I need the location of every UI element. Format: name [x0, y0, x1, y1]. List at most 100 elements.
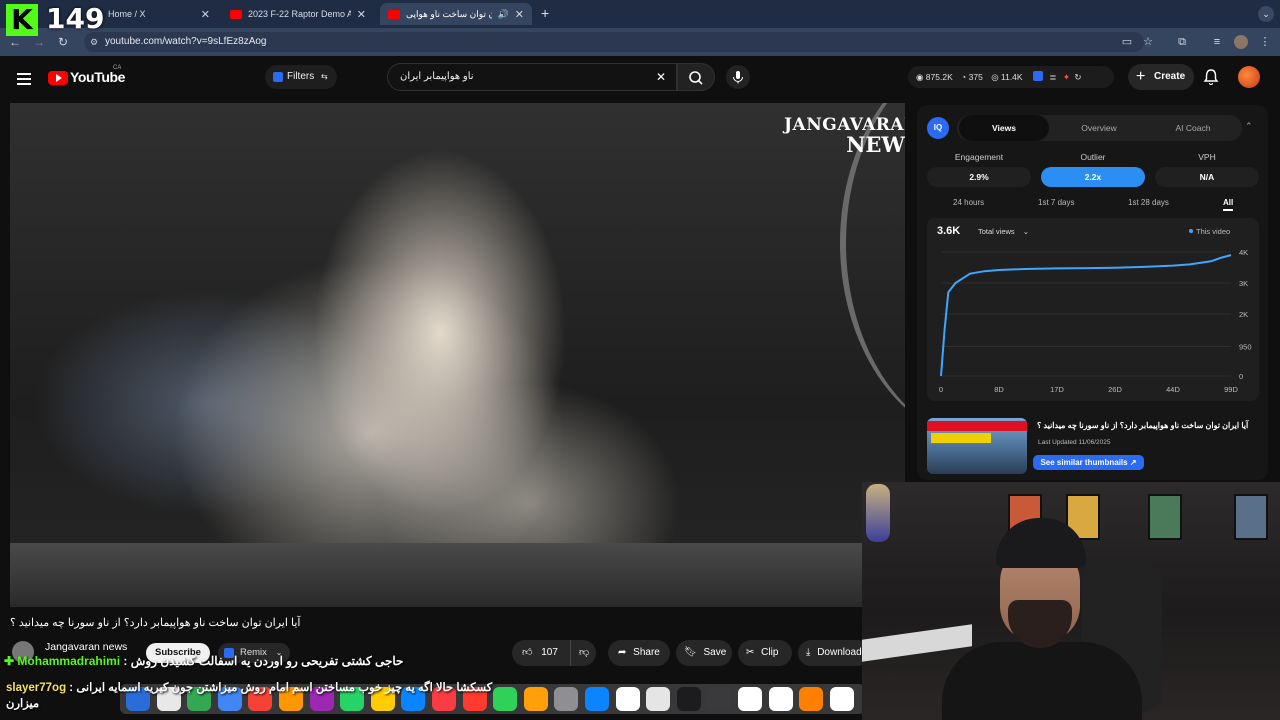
metric-label: Engagement	[954, 152, 1004, 162]
reload-icon[interactable]: ↻	[54, 33, 72, 51]
vidiq-logo-icon: IQ	[927, 117, 949, 139]
profile-avatar-icon[interactable]	[1234, 35, 1248, 49]
like-count: 107	[541, 647, 558, 658]
wall-poster	[1234, 494, 1268, 540]
search-input[interactable]: ناو هواپیمابر ایران ✕	[387, 63, 677, 91]
url-text: youtube.com/watch?v=9sLfEz8zAog	[105, 36, 267, 47]
audio-icon[interactable]: 🔊	[498, 9, 509, 20]
series-line-this-video	[940, 254, 1232, 377]
bookmark-star-icon[interactable]: ☆	[1141, 35, 1155, 49]
related-title: آیا ایران توان ساخت ناو هواپیمابر دارد؟ …	[1037, 421, 1249, 430]
dock-app-icon[interactable]	[523, 687, 548, 711]
notifications-bell-icon[interactable]	[1202, 68, 1220, 86]
metric-label: VPH	[1198, 152, 1216, 162]
close-icon[interactable]: ✕	[201, 8, 210, 21]
y-tick-label: 0	[1239, 372, 1243, 381]
likes-icon: ◔	[961, 72, 967, 82]
dock-app-icon[interactable]	[646, 687, 671, 711]
microphone-icon	[733, 71, 743, 84]
x-tick-label: 26D	[1108, 385, 1122, 394]
dock-app-icon[interactable]	[829, 687, 854, 711]
share-button[interactable]: ➦ Share	[608, 640, 670, 666]
close-icon[interactable]: ✕	[357, 8, 366, 21]
see-similar-thumbnails-button[interactable]: See similar thumbnails ↗	[1033, 455, 1144, 470]
search-query: ناو هواپیمابر ایران	[400, 71, 474, 82]
menu-icon[interactable]	[17, 70, 31, 88]
extensions-icon[interactable]: ⧉	[1175, 35, 1189, 49]
range-all[interactable]: All	[1223, 198, 1234, 211]
tab-views[interactable]: Views	[959, 115, 1049, 141]
cast-icon[interactable]: ▭	[1120, 35, 1134, 49]
dock-app-icon[interactable]	[585, 687, 609, 711]
dock-app-icon[interactable]	[799, 687, 824, 711]
wall-poster	[1148, 494, 1182, 540]
dock-app-icon[interactable]	[768, 687, 793, 711]
filters-label: Filters	[287, 71, 315, 82]
close-icon[interactable]: ✕	[515, 8, 524, 21]
outlier-value[interactable]: 2.2x	[1041, 167, 1145, 187]
refresh-icon[interactable]: ↻	[1074, 72, 1081, 82]
range-28-days[interactable]: 1st 28 days	[1128, 198, 1169, 207]
url-field[interactable]: ⚙ youtube.com/watch?v=9sLfEz8zAog	[84, 32, 1144, 52]
vidiq-small-icon[interactable]	[1032, 71, 1043, 81]
y-tick-label: 2K	[1239, 310, 1248, 319]
range-7-days[interactable]: 1st 7 days	[1038, 198, 1074, 207]
thumbs-down-icon: 👎︎	[579, 647, 590, 658]
tab-search-icon[interactable]: ⌄	[1258, 6, 1274, 22]
youtube-logo-text[interactable]: YouTube	[70, 69, 125, 85]
country-code: CA	[113, 65, 122, 71]
like-button[interactable]: 👍︎ 107	[522, 640, 558, 666]
tab-f22-video[interactable]: 2023 F-22 Raptor Demo Air S ✕	[222, 3, 374, 25]
site-info-icon[interactable]: ⚙	[90, 32, 98, 52]
related-updated: Last Updated 11/06/2025	[1038, 439, 1111, 446]
range-24-hours[interactable]: 24 hours	[953, 198, 984, 207]
y-tick-label: 3K	[1239, 279, 1248, 288]
vph-value[interactable]: N/A	[1155, 167, 1259, 187]
search-button[interactable]	[677, 63, 715, 91]
webcam-feed	[862, 482, 1280, 720]
create-label: Create	[1154, 71, 1186, 82]
download-button[interactable]: ⤓ Download	[798, 640, 870, 666]
new-tab-button[interactable]: +	[541, 5, 549, 21]
video-title: آیا ایران توان ساخت ناو هواپیمابر دارد؟ …	[10, 617, 301, 629]
youtube-favicon-icon	[388, 9, 400, 19]
related-thumbnail[interactable]	[927, 418, 1027, 474]
save-button[interactable]: 🔖︎ Save	[676, 640, 732, 666]
reading-list-icon[interactable]: ≡	[1210, 35, 1224, 49]
vidiq-stats-bar[interactable]: ◉ 875.2K ◔ 375 ◎ 11.4K ≣ ✦ ↻	[908, 66, 1114, 88]
browser-menu-icon[interactable]: ⋮	[1258, 35, 1272, 49]
piano-keyboard	[862, 624, 972, 662]
dock-app-icon[interactable]	[676, 687, 701, 711]
dock-app-icon[interactable]	[615, 687, 640, 711]
y-tick-label: 4K	[1239, 248, 1248, 257]
clear-search-icon[interactable]: ✕	[656, 64, 666, 90]
tab-ai-coach[interactable]: AI Coach	[1148, 115, 1238, 141]
dock-app-icon[interactable]	[707, 687, 732, 711]
bookmark-icon: 🔖︎	[684, 647, 697, 658]
voice-search-button[interactable]	[726, 65, 750, 89]
thumbnail-highlight-band	[931, 433, 991, 443]
tools-icon[interactable]: ✦	[1063, 72, 1070, 82]
sliders-icon: ⇆	[321, 72, 328, 81]
dock-app-icon[interactable]	[738, 687, 762, 711]
x-tick-label: 8D	[994, 385, 1004, 394]
video-player[interactable]: JANGAVARAN NEWS	[10, 103, 905, 607]
list-icon[interactable]: ≣	[1049, 72, 1056, 82]
channel-name[interactable]: Jangavaran news	[45, 641, 127, 653]
create-button[interactable]: + Create	[1128, 64, 1194, 90]
youtube-logo-icon[interactable]	[48, 71, 68, 85]
tab-home-x[interactable]: Home / X ✕	[100, 3, 218, 25]
dock-app-icon[interactable]	[554, 687, 579, 711]
tab-overview[interactable]: Overview	[1054, 115, 1144, 141]
scissors-icon: ✂	[746, 647, 755, 658]
dislike-button[interactable]: 👎︎	[570, 640, 589, 666]
tab-current-video[interactable]: آیا ایران توان ساخت ناو هواپی 🔊 ✕	[380, 3, 532, 25]
account-avatar[interactable]	[1238, 66, 1260, 88]
x-tick-label: 99D	[1224, 385, 1238, 394]
collapse-chevron-icon[interactable]: ⌃	[1245, 121, 1253, 132]
engagement-value[interactable]: 2.9%	[927, 167, 1031, 187]
chat-username: slayer77og	[6, 682, 67, 694]
filters-button[interactable]: Filters ⇆	[265, 65, 337, 89]
clip-button[interactable]: ✂ Clip	[738, 640, 792, 666]
panel-tabs: Views Overview AI Coach	[957, 115, 1242, 141]
